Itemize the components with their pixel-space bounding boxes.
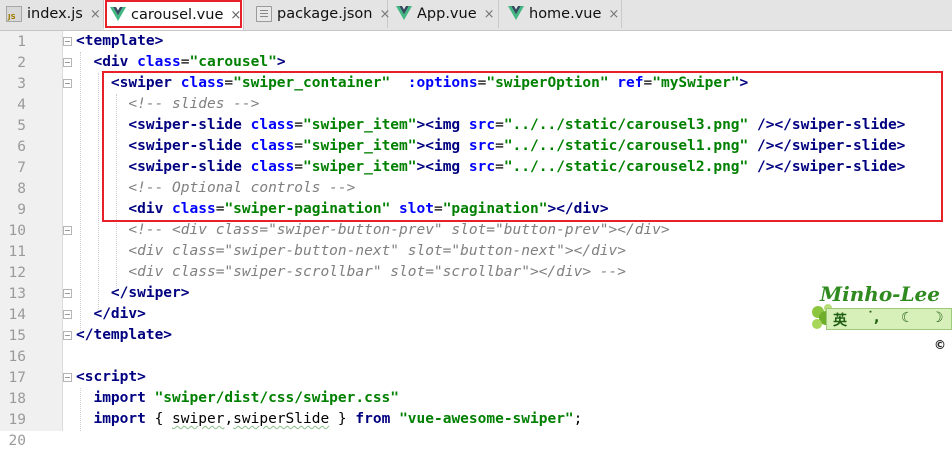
line-number-gutter: 1 2 3 4 5 6 7 8 9 10 11 12 13 14 15 16 1… [0, 31, 63, 449]
code-line-17[interactable]: <script> [76, 367, 146, 388]
json-file-icon [256, 6, 272, 22]
tab-label: package.json [277, 6, 373, 22]
close-icon[interactable]: × [379, 7, 390, 22]
close-icon[interactable]: × [230, 8, 241, 23]
line-number: 5 [17, 118, 26, 134]
tab-home-vue[interactable]: home.vue × [502, 0, 622, 28]
tab-label: index.js [27, 6, 83, 22]
line-number: 7 [17, 160, 26, 176]
line-number: 17 [8, 370, 26, 386]
vue-file-icon [110, 7, 126, 23]
tab-carousel-vue[interactable]: carousel.vue × [104, 0, 244, 30]
fold-toggle[interactable] [63, 289, 72, 298]
code-line-4[interactable]: <!-- slides --> [76, 94, 259, 115]
fold-toggle[interactable] [63, 58, 72, 67]
watermark: Minho-Lee 英 ˙, ☾ ☽ © [808, 282, 952, 352]
code-line-10[interactable]: <!-- <div class="swiper-button-prev" slo… [76, 220, 669, 241]
code-line-5[interactable]: <swiper-slide class="swiper_item"><img s… [76, 115, 905, 136]
code-line-12[interactable]: <div class="swiper-scrollbar" slot="scro… [76, 262, 626, 283]
line-number: 18 [8, 391, 26, 407]
line-number: 11 [8, 244, 26, 260]
line-number: 3 [17, 76, 26, 92]
code-line-7[interactable]: <swiper-slide class="swiper_item"><img s… [76, 157, 905, 178]
line-number: 14 [8, 307, 26, 323]
line-number: 9 [17, 202, 26, 218]
fold-toggle[interactable] [63, 373, 72, 382]
fold-toggle[interactable] [63, 310, 72, 319]
line-number: 13 [8, 286, 26, 302]
code-line-3[interactable]: <swiper class="swiper_container" :option… [76, 73, 748, 94]
close-icon[interactable]: × [608, 7, 619, 22]
code-line-6[interactable]: <swiper-slide class="swiper_item"><img s… [76, 136, 905, 157]
tab-index-js[interactable]: JS index.js × [0, 0, 104, 28]
fold-toggle[interactable] [63, 79, 72, 88]
code-line-2[interactable]: <div class="carousel"> [76, 52, 285, 73]
line-number: 16 [8, 349, 26, 365]
tab-package-json[interactable]: package.json × [250, 0, 390, 28]
close-icon[interactable]: × [90, 7, 101, 22]
code-line-18[interactable]: import "swiper/dist/css/swiper.css" [76, 388, 399, 409]
tab-label: App.vue [417, 6, 477, 22]
tab-label: home.vue [529, 6, 602, 22]
line-number: 1 [17, 34, 26, 50]
tab-label: carousel.vue [131, 7, 224, 23]
line-number: 8 [17, 181, 26, 197]
code-line-1[interactable]: <template> [76, 31, 163, 52]
line-number: 4 [17, 97, 26, 113]
copyright-symbol: © [934, 338, 946, 352]
code-line-14[interactable]: </div> [76, 304, 145, 325]
tab-app-vue[interactable]: App.vue × [390, 0, 499, 28]
code-line-13[interactable]: </swiper> [76, 283, 190, 304]
line-number: 19 [8, 412, 26, 428]
line-number: 15 [8, 328, 26, 344]
line-number: 20 [8, 433, 26, 449]
close-icon[interactable]: × [484, 7, 495, 22]
code-line-8[interactable]: <!-- Optional controls --> [76, 178, 355, 199]
line-number: 10 [8, 223, 26, 239]
fold-toggle[interactable] [63, 331, 72, 340]
code-line-11[interactable]: <div class="swiper-button-next" slot="bu… [76, 241, 626, 262]
line-number: 12 [8, 265, 26, 281]
line-number: 2 [17, 55, 26, 71]
fold-toggle[interactable] [63, 37, 72, 46]
editor-tab-bar: JS index.js × carousel.vue × package.jso… [0, 0, 952, 31]
vue-file-icon [508, 6, 524, 22]
js-file-icon: JS [6, 6, 22, 22]
watermark-bar: 英 ˙, ☾ ☽ [826, 308, 952, 330]
vue-file-icon [396, 6, 412, 22]
fold-toggle[interactable] [63, 226, 72, 235]
line-number: 6 [17, 139, 26, 155]
code-line-19[interactable]: import { swiper,swiperSlide } from "vue-… [76, 409, 582, 430]
code-line-9[interactable]: <div class="swiper-pagination" slot="pag… [76, 199, 608, 220]
code-line-15[interactable]: </template> [76, 325, 172, 346]
